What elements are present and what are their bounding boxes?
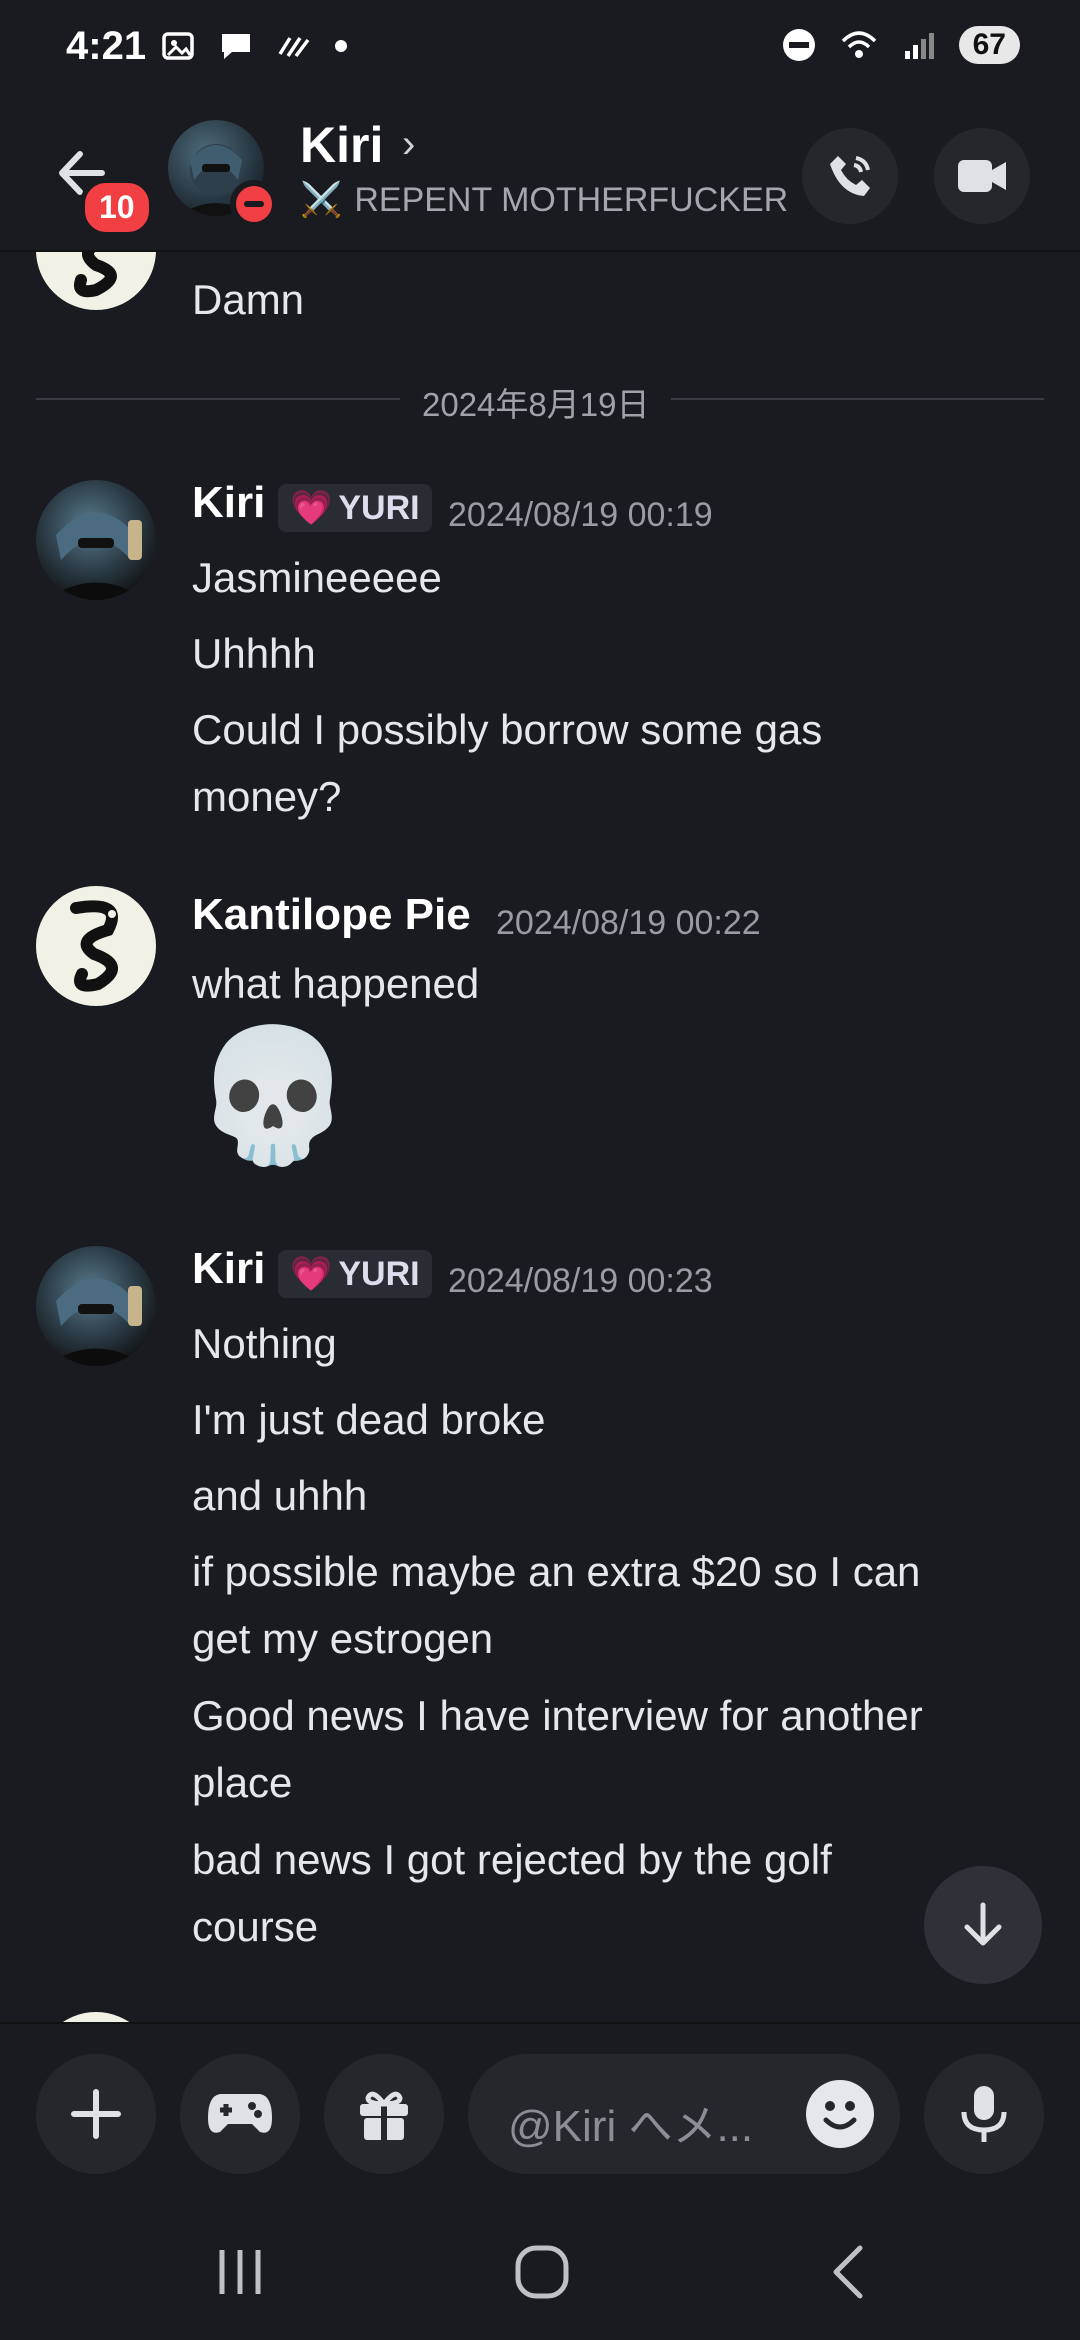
slash-icon <box>278 37 310 58</box>
wifi-icon <box>841 31 876 58</box>
message-author[interactable]: Kantilope Pie <box>192 890 471 940</box>
video-call-button[interactable] <box>934 128 1030 224</box>
role-tag-label: YURI <box>338 1254 420 1293</box>
activities-button[interactable] <box>180 2054 300 2174</box>
crossed-swords-icon: ⚔️ <box>300 181 343 219</box>
message-input-placeholder: @Kiri へメ... <box>508 2102 754 2151</box>
unread-badge: 10 <box>80 178 154 237</box>
message-text: Uhhhh <box>192 630 316 677</box>
message-timestamp: 2024/08/19 00:23 <box>448 1262 713 1300</box>
kiri-avatar-image <box>46 512 146 600</box>
role-tag: 💗 YURI <box>278 484 432 532</box>
status-right-icons: 67 <box>781 26 1020 64</box>
gift-button[interactable] <box>324 2054 444 2174</box>
jump-to-bottom-button[interactable] <box>924 1866 1042 1984</box>
avatar[interactable] <box>36 480 156 600</box>
role-tag-label: YURI <box>338 488 420 527</box>
message-input[interactable]: @Kiri へメ... <box>468 2054 900 2174</box>
message-text: get my estrogen <box>192 1615 494 1662</box>
pink-heart-icon: 💗 <box>290 1255 333 1293</box>
message-text: and uhhh <box>192 1472 368 1519</box>
voice-call-button[interactable] <box>802 128 898 224</box>
message-timestamp: 2024/08/19 00:19 <box>448 496 713 534</box>
header-name[interactable]: Kiri <box>300 116 383 174</box>
smiley-face-icon <box>823 2101 857 2130</box>
avatar[interactable] <box>36 250 156 310</box>
message-list[interactable]: Damn 2024年8月19日 Kiri 💗 YURI 2024/08/19 00… <box>0 250 1080 2022</box>
header-custom-status: ⚔️ REPENT MOTHERFUCKER <box>300 180 788 220</box>
back-nav-icon[interactable] <box>820 2242 876 2302</box>
message-text: money? <box>192 773 342 820</box>
pink-heart-icon: 💗 <box>290 489 333 527</box>
status-time: 4:21 <box>66 24 147 68</box>
role-tag: 💗 YURI <box>278 1250 432 1298</box>
screenshot-icon <box>162 32 194 60</box>
skull-emoji: 💀 <box>192 1022 354 1168</box>
dm-header: 10 Kiri › ⚔️ REPENT MOTHERFUCKER <box>0 110 1080 252</box>
avatar[interactable] <box>36 1246 156 1366</box>
message-text: Could I possibly borrow some gas <box>192 706 823 753</box>
microphone-icon <box>961 2086 1007 2142</box>
chevron-right-icon[interactable]: › <box>402 122 415 167</box>
dot-icon <box>335 40 347 52</box>
message-text: Damn <box>192 276 305 323</box>
avatar[interactable] <box>36 2012 156 2022</box>
snake-avatar-image <box>70 900 118 992</box>
dnd-status-icon <box>230 180 278 228</box>
kiri-avatar-image <box>46 1278 146 1366</box>
home-icon[interactable] <box>512 2242 572 2302</box>
date-divider: 2024年8月19日 <box>400 378 672 426</box>
plus-icon <box>71 2089 121 2139</box>
add-attachment-button[interactable] <box>36 2054 156 2174</box>
message-author[interactable]: Kiri <box>192 1244 265 1294</box>
gamepad-icon <box>208 2094 272 2133</box>
message-text: course <box>192 1903 319 1950</box>
status-left-icons <box>160 28 348 64</box>
chat-bubble-icon <box>222 34 250 59</box>
video-camera-icon <box>958 160 1006 192</box>
message-text: Jasmineeeee <box>192 554 442 601</box>
phone-icon <box>830 156 870 196</box>
emoji-picker-icon[interactable] <box>806 2080 874 2148</box>
voice-message-button[interactable] <box>924 2054 1044 2174</box>
status-bar: 4:21 67 <box>0 0 1080 110</box>
dnd-icon <box>782 29 815 61</box>
system-navigation-bar <box>0 2202 1080 2340</box>
message-text: what happened <box>192 960 480 1007</box>
message-text: I'm just dead broke <box>192 1396 546 1443</box>
header-status-text: REPENT MOTHERFUCKER <box>354 180 789 219</box>
avatar[interactable] <box>36 886 156 1006</box>
message-text: bad news I got rejected by the golf <box>192 1836 832 1883</box>
message-composer: @Kiri へメ... <box>0 2022 1080 2204</box>
message-text: Nothing <box>192 1320 337 1367</box>
gift-icon <box>360 2091 408 2140</box>
snake-avatar-image <box>74 250 117 298</box>
message-author[interactable]: Kiri <box>192 478 265 528</box>
arrow-down-icon <box>964 1902 1002 1946</box>
message-text: if possible maybe an extra $20 so I can <box>192 1548 921 1595</box>
battery-indicator: 67 <box>958 26 1020 64</box>
message-text: place <box>192 1759 293 1806</box>
message-text: Good news I have interview for another <box>192 1692 923 1739</box>
signal-icon <box>904 33 934 59</box>
recent-apps-icon[interactable] <box>212 2244 268 2300</box>
message-timestamp: 2024/08/19 00:22 <box>496 904 761 942</box>
